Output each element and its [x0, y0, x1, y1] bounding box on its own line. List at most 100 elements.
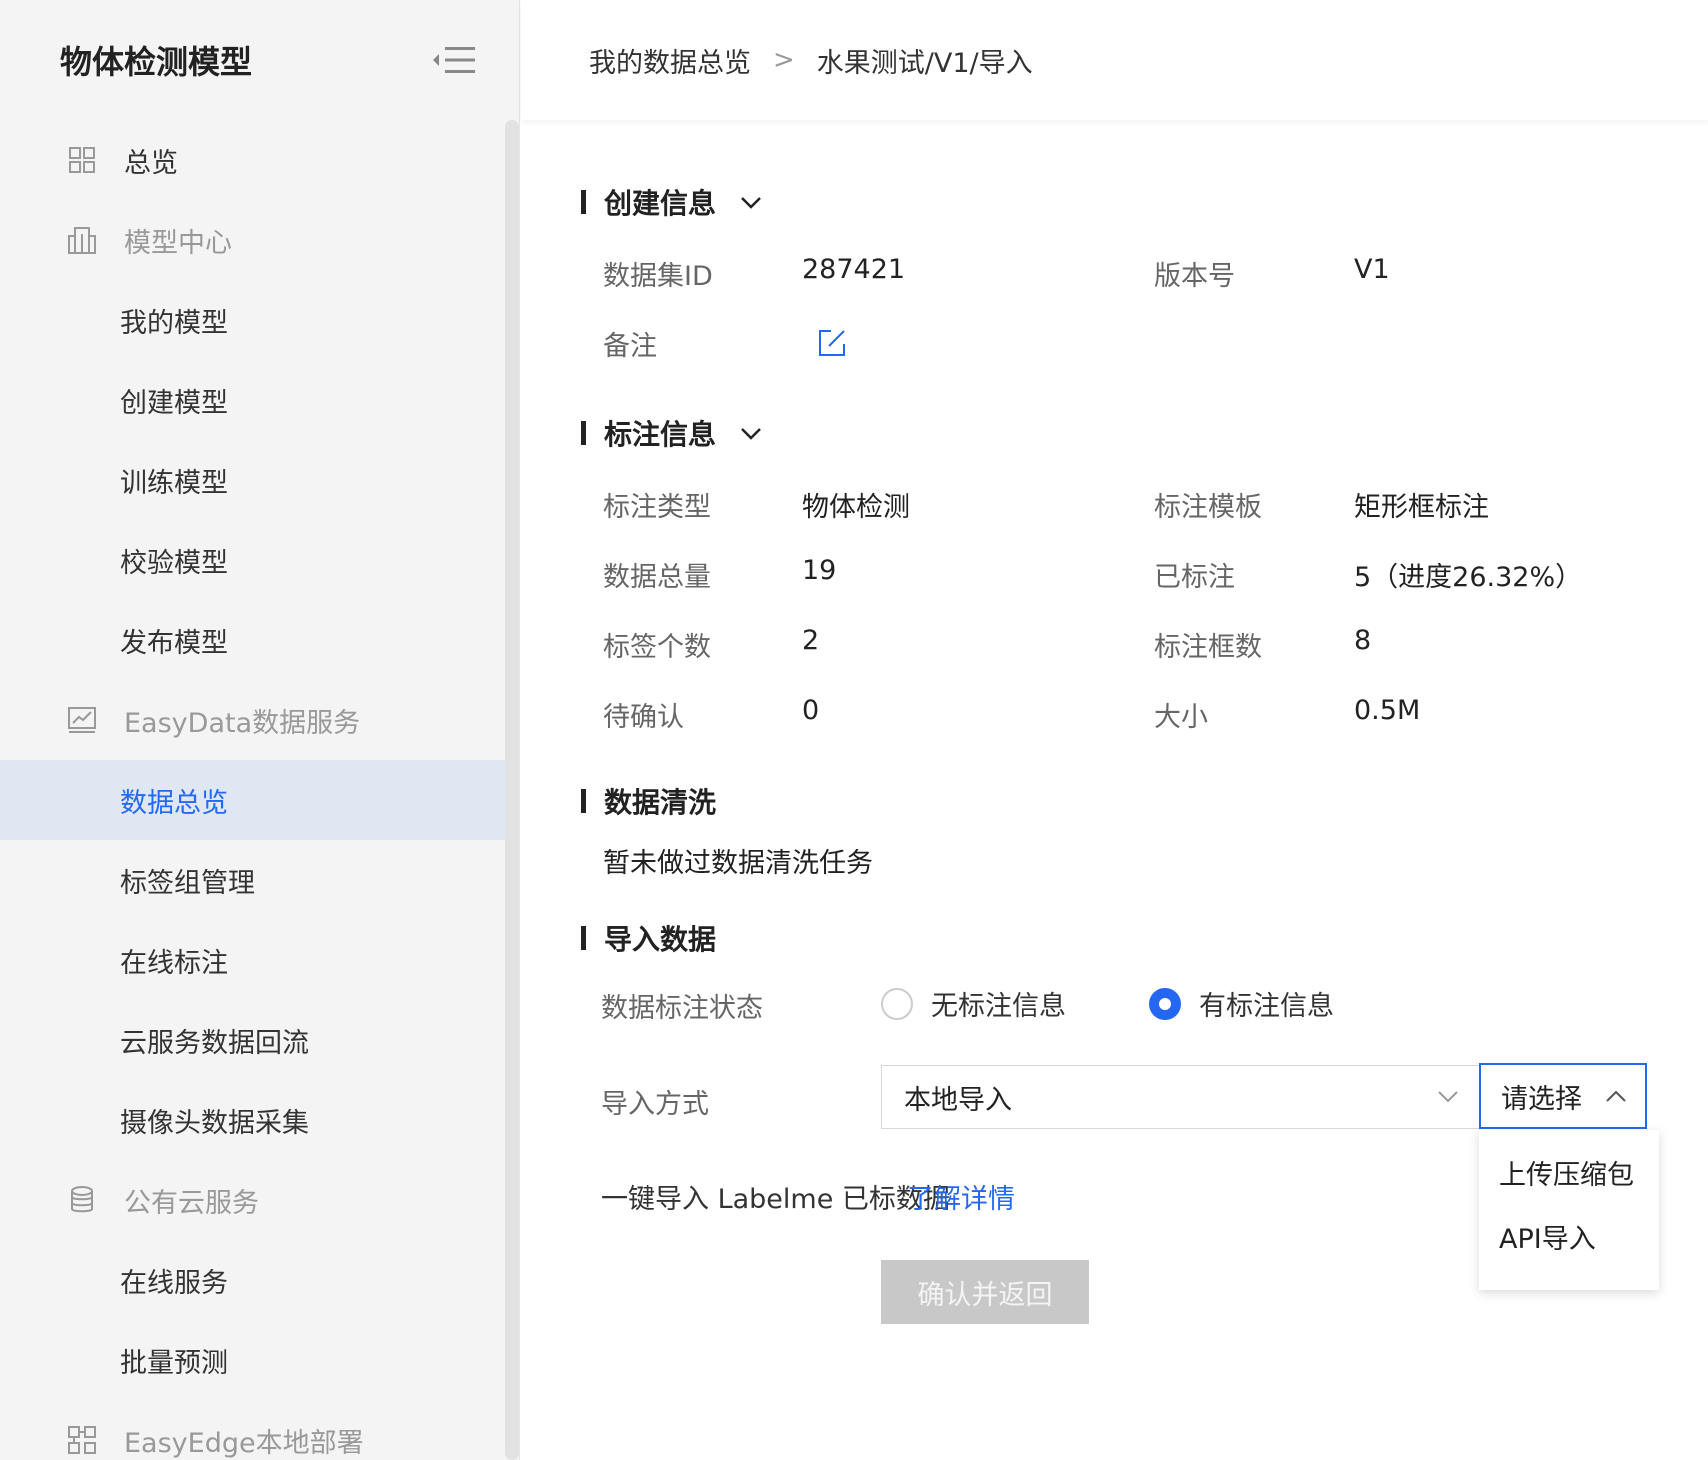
radio-circle — [1149, 987, 1181, 1020]
chart-icon — [66, 704, 98, 736]
section-bar — [581, 421, 586, 445]
boxes-value: 8 — [1354, 625, 1372, 656]
version-label: 版本号 — [1154, 261, 1235, 292]
tags-value: 2 — [802, 625, 820, 656]
sidebar-group-label: 模型中心 — [124, 227, 232, 259]
sidebar-item-my-models[interactable]: 我的模型 — [0, 280, 505, 360]
note-label: 备注 — [603, 331, 657, 362]
section-bar — [581, 789, 586, 813]
import-method-label: 导入方式 — [601, 1089, 709, 1120]
annotation-template-label: 标注模板 — [1154, 492, 1262, 523]
import-source-dropdown: 上传压缩包 API导入 — [1479, 1130, 1659, 1290]
sidebar-item-tag-groups[interactable]: 标签组管理 — [0, 840, 505, 920]
pending-value: 0 — [802, 695, 820, 726]
sidebar-item-overview[interactable]: 总览 — [0, 120, 505, 200]
sidebar-nav: 总览 模型中心 我的模型 创建模型 训练模型 校验模型 发布模型 EasyDat… — [0, 120, 505, 1460]
annotated-label: 已标注 — [1154, 562, 1235, 593]
sidebar-item-publish-model[interactable]: 发布模型 — [0, 600, 505, 680]
sidebar-item-cloud-data-reflow[interactable]: 云服务数据回流 — [0, 1000, 505, 1080]
sidebar-item-create-model[interactable]: 创建模型 — [0, 360, 505, 440]
section-title: 标注信息 — [604, 418, 717, 451]
sidebar-header: 物体检测模型 — [0, 0, 519, 120]
database-icon — [66, 1184, 98, 1216]
version-value: V1 — [1354, 254, 1390, 285]
breadcrumb-current: 水果测试/V1/导入 — [816, 47, 1033, 79]
radio-has-annotation[interactable]: 有标注信息 — [1149, 984, 1334, 1023]
sidebar-item-train-model[interactable]: 训练模型 — [0, 440, 505, 520]
sidebar-item-label: 批量预测 — [120, 1347, 228, 1379]
import-method-value: 本地导入 — [904, 1084, 1012, 1116]
section-title: 创建信息 — [604, 187, 717, 220]
sidebar-item-label: 摄像头数据采集 — [120, 1107, 309, 1139]
sidebar-item-label: 我的模型 — [120, 307, 228, 339]
total-label: 数据总量 — [603, 562, 711, 593]
edit-icon[interactable] — [817, 328, 847, 358]
sidebar-item-data-overview[interactable]: 数据总览 — [0, 760, 505, 840]
sidebar-item-label: 创建模型 — [120, 387, 228, 419]
annotation-template-value: 矩形框标注 — [1354, 492, 1489, 523]
sidebar-group-label: EasyData数据服务 — [124, 707, 361, 739]
sidebar-group-easydata[interactable]: EasyData数据服务 — [0, 680, 505, 760]
sidebar-group-label: 公有云服务 — [124, 1187, 259, 1219]
dropdown-item-upload-zip[interactable]: 上传压缩包 — [1479, 1140, 1659, 1204]
learn-more-link[interactable]: 了解详情 — [907, 1177, 1015, 1216]
annotation-type-label: 标注类型 — [603, 492, 711, 523]
annotation-type-value: 物体检测 — [802, 492, 910, 523]
section-title: 导入数据 — [604, 923, 717, 956]
import-method-select[interactable]: 本地导入 — [881, 1065, 1480, 1129]
section-create-info[interactable]: 创建信息 — [581, 182, 764, 222]
sidebar-item-label: 训练模型 — [120, 467, 228, 499]
dropdown-item-api-import[interactable]: API导入 — [1479, 1204, 1659, 1268]
data-clean-status: 暂未做过数据清洗任务 — [603, 848, 873, 879]
sidebar-item-online-annotation[interactable]: 在线标注 — [0, 920, 505, 1000]
confirm-return-button[interactable]: 确认并返回 — [881, 1260, 1089, 1324]
app-title: 物体检测模型 — [60, 43, 253, 81]
sidebar-group-model-center[interactable]: 模型中心 — [0, 200, 505, 280]
building-icon — [66, 224, 98, 256]
dataset-id-label: 数据集ID — [603, 261, 713, 292]
pending-label: 待确认 — [603, 702, 684, 733]
size-value: 0.5M — [1354, 695, 1421, 726]
sidebar-item-label: 数据总览 — [120, 787, 228, 819]
main-content: 创建信息 数据集ID 287421 版本号 V1 备注 标注信息 标注类型 物体… — [521, 120, 1708, 1460]
chevron-up-icon — [1606, 1090, 1626, 1102]
boxes-label: 标注框数 — [1154, 632, 1262, 663]
sidebar: 物体检测模型 总览 模型中心 我的模型 创建模型 训练模型 校验模型 发布模型 — [0, 0, 520, 1460]
import-source-select[interactable]: 请选择 — [1479, 1063, 1647, 1129]
section-import: 导入数据 — [581, 918, 716, 958]
dataset-id-value: 287421 — [802, 254, 906, 285]
radio-label: 无标注信息 — [931, 991, 1066, 1022]
sidebar-item-label: 在线标注 — [120, 947, 228, 979]
section-data-clean: 数据清洗 — [581, 781, 716, 821]
chevron-down-icon[interactable] — [738, 189, 764, 215]
radio-circle — [881, 987, 913, 1020]
radio-no-annotation[interactable]: 无标注信息 — [881, 984, 1066, 1023]
annotation-status-label: 数据标注状态 — [601, 993, 763, 1024]
sidebar-item-label: 在线服务 — [120, 1267, 228, 1299]
sidebar-item-camera-collection[interactable]: 摄像头数据采集 — [0, 1080, 505, 1160]
import-source-placeholder: 请选择 — [1501, 1083, 1582, 1115]
chevron-down-icon — [1438, 1091, 1458, 1103]
breadcrumb-separator: > — [773, 45, 795, 75]
collapse-menu-icon[interactable] — [431, 43, 479, 77]
sidebar-item-label: 总览 — [124, 147, 178, 179]
tags-label: 标签个数 — [603, 632, 711, 663]
chevron-down-icon[interactable] — [738, 420, 764, 446]
breadcrumb-root[interactable]: 我的数据总览 — [589, 41, 751, 80]
sidebar-item-batch-predict[interactable]: 批量预测 — [0, 1320, 505, 1400]
sidebar-item-validate-model[interactable]: 校验模型 — [0, 520, 505, 600]
sidebar-group-public-cloud[interactable]: 公有云服务 — [0, 1160, 505, 1240]
grid-icon — [66, 144, 98, 176]
sidebar-item-label: 标签组管理 — [120, 867, 255, 899]
section-annotation-info[interactable]: 标注信息 — [581, 413, 764, 453]
sidebar-item-label: 云服务数据回流 — [120, 1027, 309, 1059]
total-value: 19 — [802, 555, 837, 586]
sidebar-scrollbar[interactable] — [505, 120, 519, 1460]
sidebar-item-label: 校验模型 — [120, 547, 228, 579]
deploy-icon — [66, 1424, 98, 1456]
sidebar-group-easyedge[interactable]: EasyEdge本地部署 — [0, 1400, 505, 1460]
sidebar-item-online-service[interactable]: 在线服务 — [0, 1240, 505, 1320]
breadcrumb: 我的数据总览 > 水果测试/V1/导入 — [521, 0, 1708, 120]
radio-label: 有标注信息 — [1199, 991, 1334, 1022]
labelme-import-text: 一键导入 Labelme 已标数据 — [601, 1184, 950, 1215]
